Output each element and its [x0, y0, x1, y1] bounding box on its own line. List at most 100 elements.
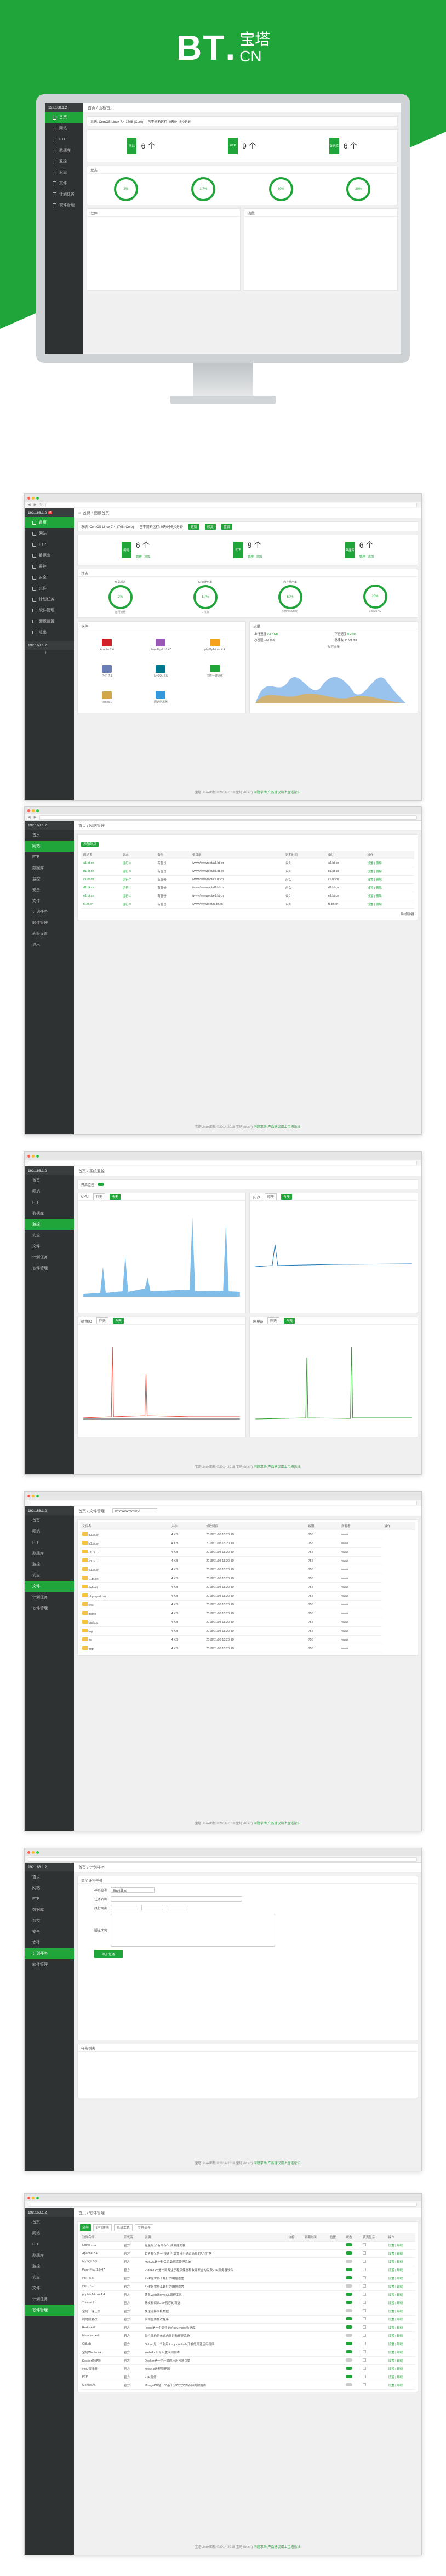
file-name[interactable]: phpmyadmin: [89, 1595, 106, 1598]
sidebar-item-cron[interactable]: 计划任务: [45, 189, 83, 200]
maximize-dot[interactable]: [36, 1154, 39, 1158]
add-link[interactable]: 添加: [368, 555, 374, 559]
op-links[interactable]: 设置 | 卸载: [388, 2343, 403, 2346]
sidebar-item-security[interactable]: 安全: [25, 572, 74, 583]
table-row[interactable]: phpmyadmin 4 KB 2018/01/03 15:20:10 755 www: [80, 1591, 415, 1601]
tab-runtime[interactable]: 运行环境: [93, 2224, 112, 2231]
minute-input[interactable]: [167, 1905, 189, 1910]
add-link[interactable]: 添加: [144, 555, 150, 559]
status-toggle[interactable]: [346, 2317, 353, 2320]
script-textarea[interactable]: [111, 1914, 276, 1947]
stat-db[interactable]: 数据库 6 个: [329, 133, 357, 158]
minimize-dot[interactable]: [32, 1851, 35, 1854]
url-input[interactable]: [45, 502, 417, 507]
url-input[interactable]: [28, 1500, 417, 1505]
sidebar-item-db[interactable]: 数据库: [25, 1904, 74, 1915]
sidebar-item-home[interactable]: 首页: [25, 2217, 74, 2228]
file-name[interactable]: e1.bt.cn: [89, 1569, 100, 1572]
table-row[interactable]: 宝塔一键迁移 官方 快速迁移面板数据 设置 | 卸载: [80, 2307, 415, 2316]
status-toggle[interactable]: [346, 2276, 353, 2279]
range-yesterday[interactable]: 昨天: [93, 1193, 105, 1200]
table-cell[interactable]: 设置 | 删除: [365, 883, 414, 892]
table-cell[interactable]: a1.bt.cn: [81, 859, 121, 867]
homepage-checkbox[interactable]: [363, 2342, 367, 2345]
op-links[interactable]: 设置 | 卸载: [388, 2327, 403, 2330]
op-links[interactable]: 设置 | 卸载: [388, 2269, 403, 2272]
table-row[interactable]: b1.bt.cn 4 KB 2018/01/03 15:20:10 755 www: [80, 1539, 415, 1548]
table-row[interactable]: a1.bt.cn 运行中 有备份/www/wwwroot/a1.bt.cn 永久 a1.…: [81, 859, 414, 867]
sidebar-item-soft[interactable]: 软件管理: [45, 200, 83, 211]
soft-item[interactable]: 宝塔一键迁移: [188, 658, 242, 684]
sidebar-item-cron[interactable]: 计划任务: [25, 2294, 74, 2305]
sidebar-item-soft[interactable]: 软件管理: [25, 1959, 74, 1970]
homepage-checkbox[interactable]: [363, 2350, 367, 2353]
homepage-checkbox[interactable]: [363, 2276, 367, 2279]
sidebar-item-home[interactable]: 首页: [25, 1175, 74, 1186]
manage-link[interactable]: 管理: [248, 555, 254, 559]
table-cell[interactable]: 设置 | 删除: [365, 892, 414, 900]
minimize-dot[interactable]: [32, 1154, 35, 1158]
footer-link[interactable]: 问题求助|产品建议请上宝塔论坛: [254, 2546, 301, 2549]
task-name-input[interactable]: [111, 1896, 243, 1902]
table-row[interactable]: log 4 KB 2018/01/03 15:20:10 755 www: [80, 1626, 415, 1636]
table-row[interactable]: backup 4 KB 2018/01/03 15:20:10 755 www: [80, 1618, 415, 1627]
add-site-button[interactable]: 添加站点: [81, 842, 99, 847]
sidebar-item-home[interactable]: 首页: [25, 830, 74, 841]
file-name[interactable]: default: [89, 1586, 98, 1590]
file-name[interactable]: tmp: [89, 1648, 94, 1651]
status-toggle[interactable]: [346, 2383, 353, 2386]
tab-all[interactable]: 全部: [80, 2224, 92, 2231]
sidebar-item-logout[interactable]: 退出: [25, 939, 74, 950]
range-today[interactable]: 今天: [281, 1194, 293, 1200]
sidebar-item-files[interactable]: 文件: [25, 1241, 74, 1252]
sidebar-item-files[interactable]: 文件: [45, 178, 83, 189]
homepage-checkbox[interactable]: [363, 2293, 367, 2296]
back-icon[interactable]: ◀: [28, 503, 31, 507]
sidebar-item-settings[interactable]: 面板设置: [25, 616, 74, 627]
maximize-dot[interactable]: [36, 496, 39, 500]
soft-item[interactable]: phpMyAdmin 4.4: [188, 632, 242, 658]
close-dot[interactable]: [27, 2196, 30, 2199]
range-today[interactable]: 今天: [109, 1194, 121, 1200]
op-links[interactable]: 设置 | 卸载: [388, 2252, 403, 2256]
homepage-checkbox[interactable]: [363, 2284, 367, 2288]
maximize-dot[interactable]: [36, 1851, 39, 1854]
status-toggle[interactable]: [346, 2301, 353, 2304]
add-task-button[interactable]: 添加任务: [94, 1950, 123, 1958]
sidebar-item-home[interactable]: 首页: [45, 112, 83, 123]
table-row[interactable]: MongoDB 官方 MongoDB是一个基于分布式文件存储的数据库 设置 | 卸载: [80, 2381, 415, 2390]
status-toggle[interactable]: [346, 2268, 353, 2271]
minimize-dot[interactable]: [32, 1494, 35, 1497]
status-toggle[interactable]: [346, 2334, 353, 2337]
table-row[interactable]: 网站防篡改 官方 事件型防篡改程序 设置 | 卸载: [80, 2315, 415, 2324]
range-yesterday[interactable]: 昨天: [96, 1317, 108, 1324]
minimize-dot[interactable]: [32, 809, 35, 812]
table-row[interactable]: Nginx 1.12 官方 轻量级,占有内存少,并发能力强 设置 | 卸载: [80, 2241, 415, 2250]
url-input[interactable]: [39, 815, 417, 820]
table-row[interactable]: GitLab 官方 GitLab是一个利用Ruby on Rails开发的开源应用程…: [80, 2340, 415, 2348]
status-toggle[interactable]: [346, 2350, 353, 2353]
sidebar-item-soft[interactable]: 软件管理: [25, 1603, 74, 1614]
sidebar-item-security[interactable]: 安全: [45, 167, 83, 178]
cycle-select[interactable]: [111, 1905, 139, 1910]
homepage-checkbox[interactable]: [363, 2367, 367, 2370]
sidebar-item-db[interactable]: 数据库: [45, 145, 83, 156]
table-row[interactable]: Redis 4.0 官方 Redis是一个高性能的key-value数据库 设置 | …: [80, 2323, 415, 2332]
table-row[interactable]: a1.bt.cn 4 KB 2018/01/03 15:20:10 755 www: [80, 1530, 415, 1539]
homepage-checkbox[interactable]: [363, 2251, 367, 2255]
sidebar-item-logout[interactable]: 退出: [25, 627, 74, 638]
close-dot[interactable]: [27, 1494, 30, 1497]
table-cell[interactable]: 设置 | 删除: [365, 859, 414, 867]
op-links[interactable]: 设置 | 卸载: [388, 2285, 403, 2289]
hour-input[interactable]: [141, 1905, 164, 1910]
sidebar-item-site[interactable]: 网站: [25, 1526, 74, 1537]
status-toggle[interactable]: [346, 2309, 353, 2312]
soft-item[interactable]: Pure-Ftpd 1.0.47: [134, 632, 187, 658]
forward-icon[interactable]: ▶: [34, 815, 37, 819]
url-input[interactable]: [28, 1160, 417, 1165]
close-dot[interactable]: [27, 496, 30, 500]
sidebar-item-ftp[interactable]: FTP: [25, 2239, 74, 2250]
forward-icon[interactable]: ▶: [34, 503, 37, 507]
homepage-checkbox[interactable]: [363, 2325, 367, 2329]
sidebar-item-files[interactable]: 文件: [25, 1581, 74, 1592]
